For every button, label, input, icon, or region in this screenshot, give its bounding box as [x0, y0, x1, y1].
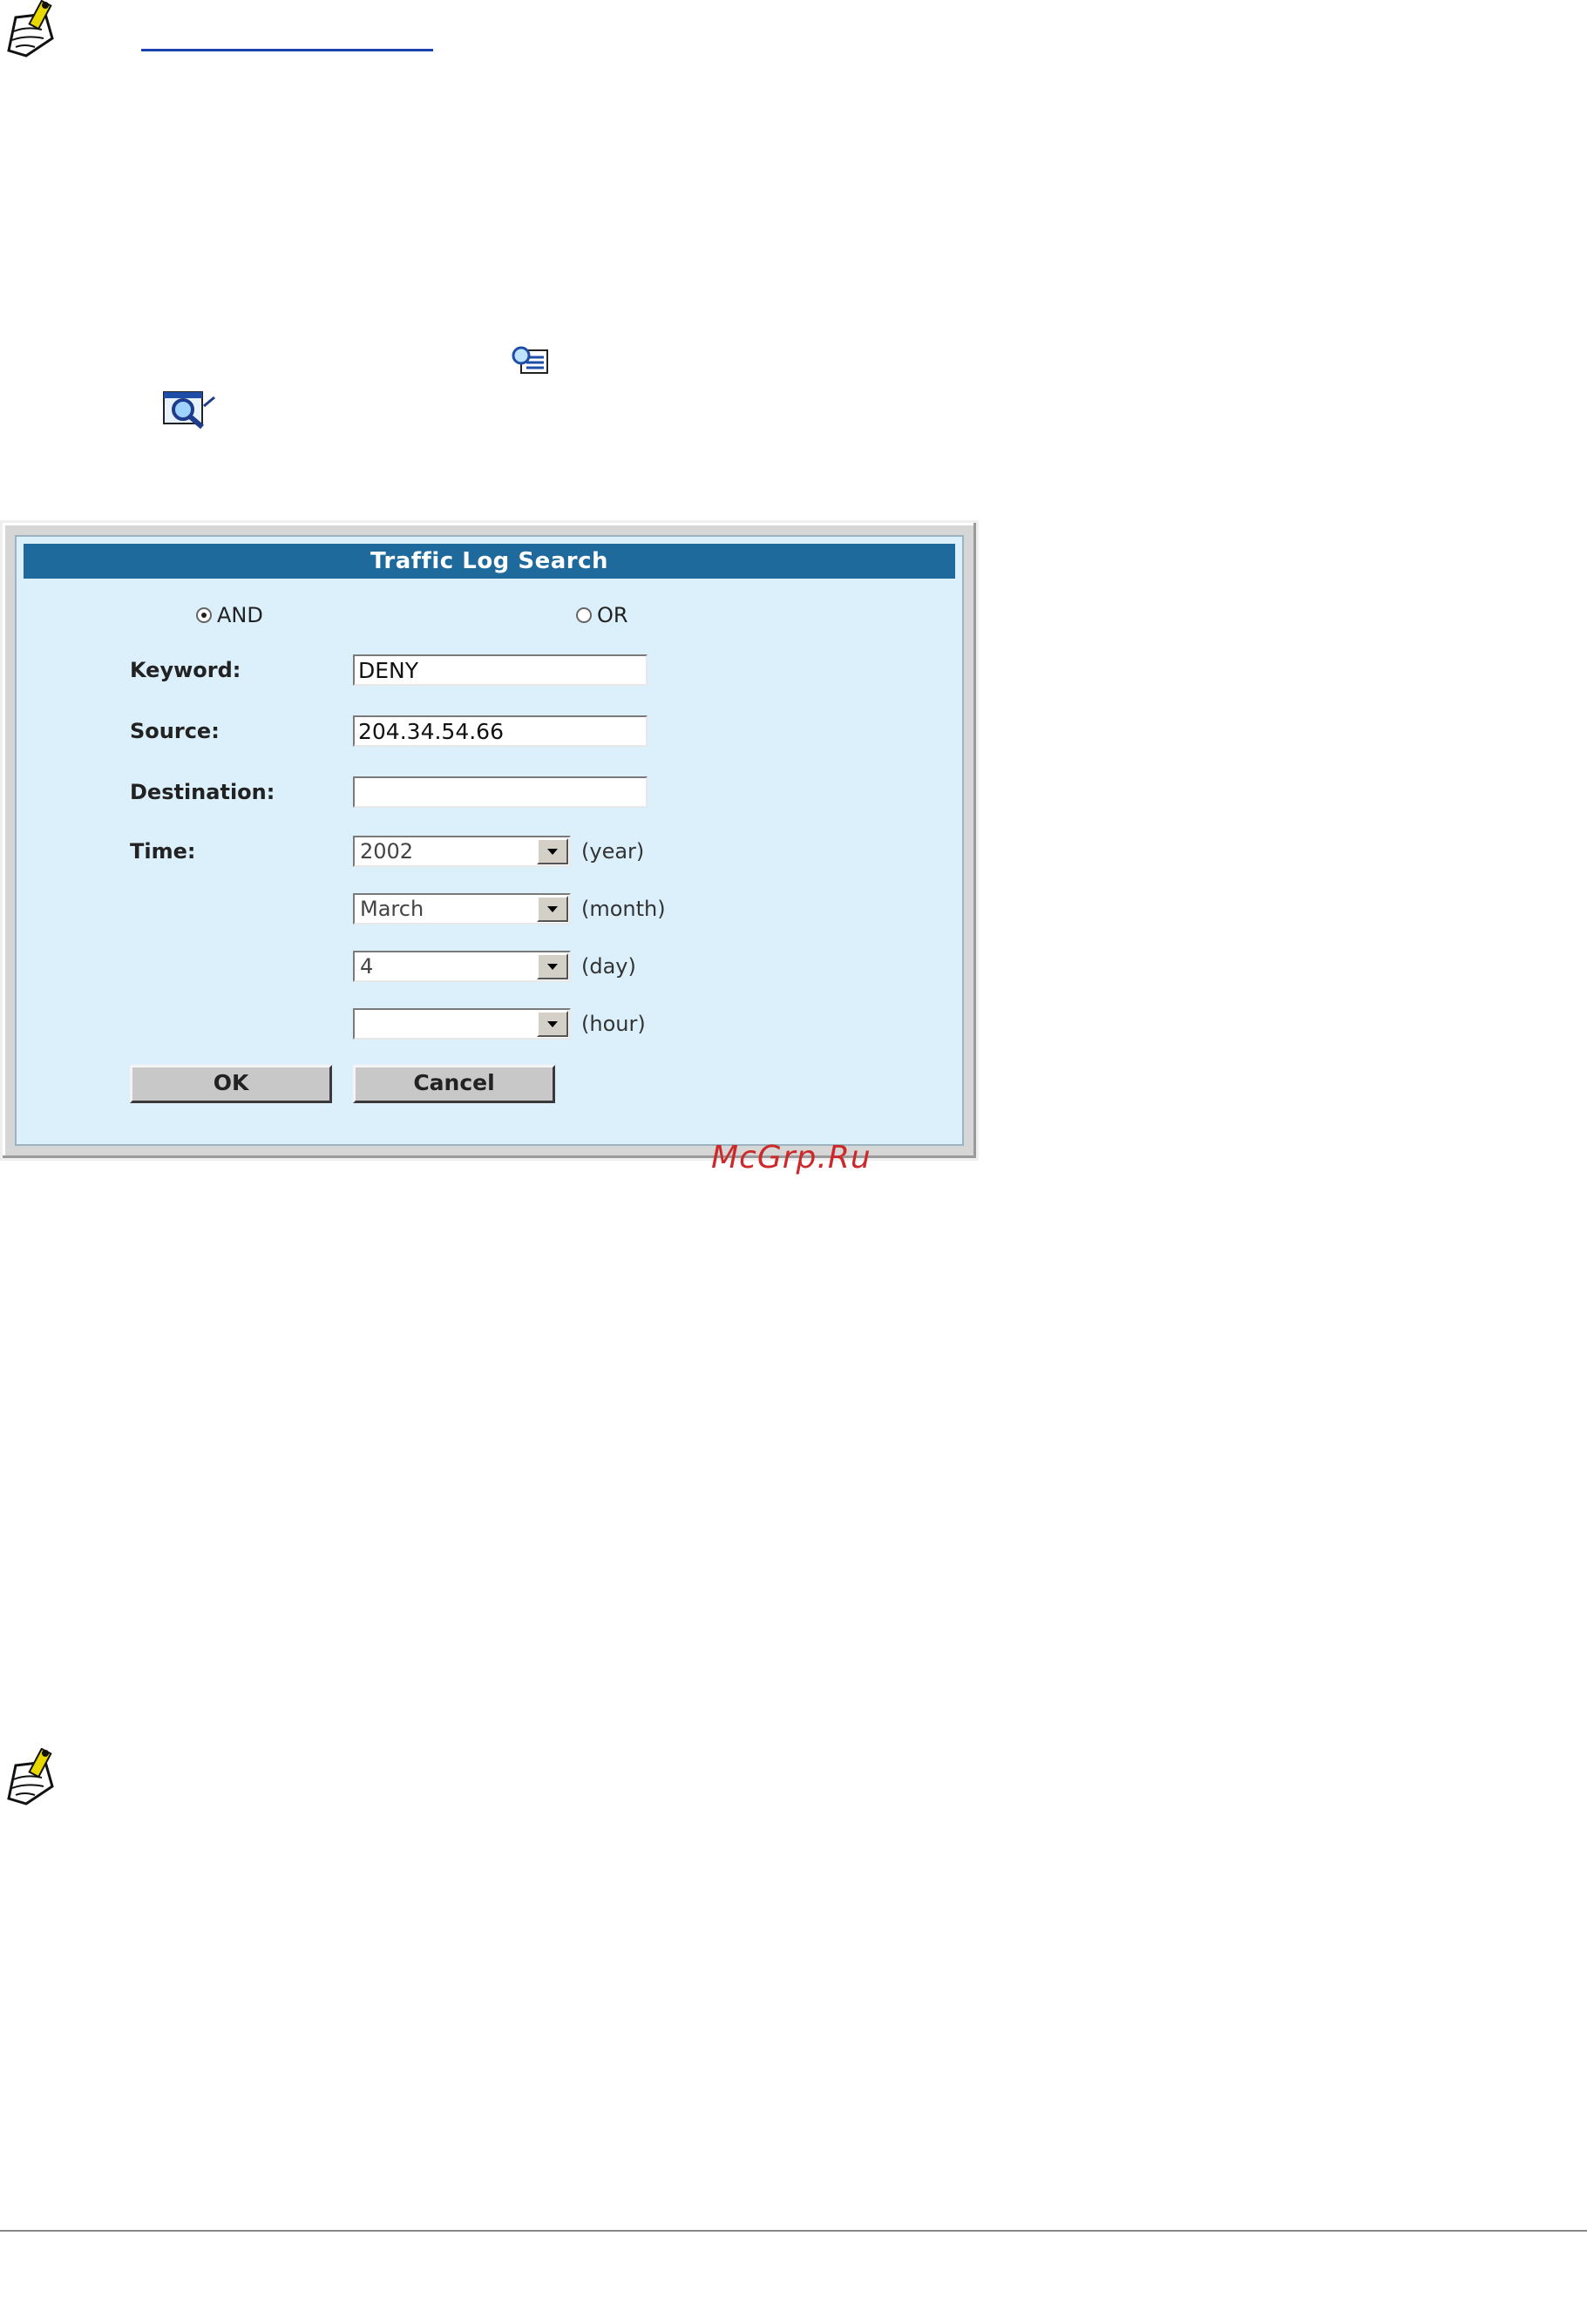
- link-underline: [141, 49, 433, 51]
- source-label: Source:: [130, 719, 220, 743]
- ok-button[interactable]: OK: [130, 1065, 332, 1103]
- chevron-down-icon[interactable]: [537, 953, 568, 979]
- dialog-title: Traffic Log Search: [24, 544, 955, 579]
- month-select-value: March: [360, 897, 424, 921]
- search-list-icon: [509, 343, 553, 378]
- hour-select[interactable]: [353, 1008, 571, 1040]
- day-select[interactable]: 4: [353, 951, 571, 982]
- month-select[interactable]: March: [353, 893, 571, 925]
- day-unit-label: (day): [581, 954, 636, 979]
- and-radio[interactable]: [196, 607, 212, 623]
- destination-input[interactable]: [353, 776, 648, 808]
- magnifier-document-icon: [162, 389, 218, 430]
- destination-label: Destination:: [130, 780, 275, 804]
- dialog-body: Traffic Log Search AND OR Keyword: Sourc…: [15, 535, 964, 1146]
- match-and-option[interactable]: AND: [196, 600, 263, 631]
- year-unit-label: (year): [581, 839, 645, 864]
- time-label: Time:: [130, 839, 196, 864]
- chevron-down-icon[interactable]: [537, 1011, 568, 1037]
- year-select-value: 2002: [360, 839, 414, 864]
- and-radio-label: AND: [217, 603, 263, 627]
- chevron-down-icon[interactable]: [537, 896, 568, 922]
- traffic-log-search-dialog: Traffic Log Search AND OR Keyword: Sourc…: [0, 520, 979, 1161]
- note-pencil-icon: [0, 0, 63, 63]
- keyword-input[interactable]: [353, 654, 648, 686]
- or-radio-label: OR: [597, 603, 628, 627]
- cancel-button[interactable]: Cancel: [353, 1065, 555, 1103]
- source-input[interactable]: [353, 715, 648, 747]
- hour-unit-label: (hour): [581, 1012, 646, 1036]
- match-or-option[interactable]: OR: [576, 600, 628, 631]
- note-pencil-icon: [0, 1747, 63, 1811]
- or-radio[interactable]: [576, 607, 592, 623]
- keyword-label: Keyword:: [130, 658, 241, 682]
- watermark: McGrp.Ru: [711, 1140, 871, 1176]
- footer-divider: [0, 2230, 1587, 2232]
- day-select-value: 4: [360, 954, 374, 979]
- month-unit-label: (month): [581, 897, 666, 921]
- year-select[interactable]: 2002: [353, 836, 571, 867]
- chevron-down-icon[interactable]: [537, 838, 568, 864]
